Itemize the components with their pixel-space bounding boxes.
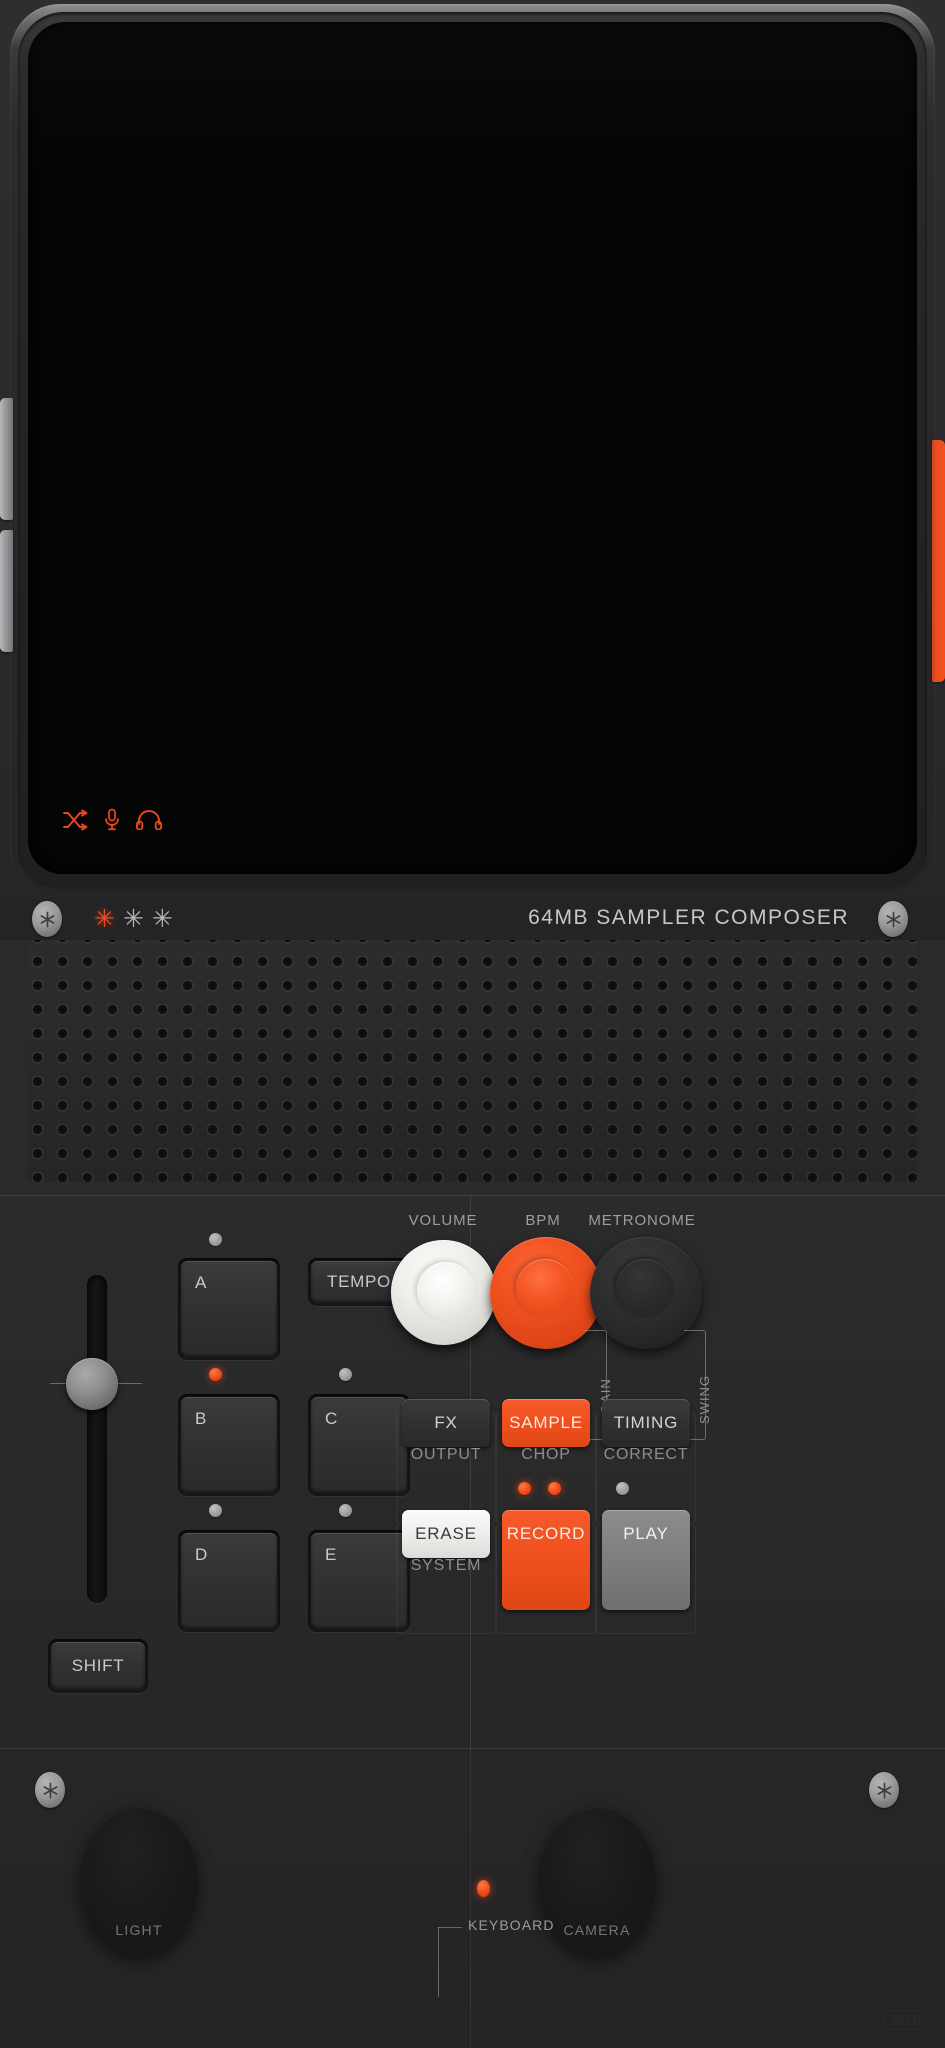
shuffle-icon[interactable] [62, 809, 88, 831]
screen-glare [28, 22, 917, 182]
grille-edge-right [917, 940, 945, 1182]
fader-tick-right [114, 1383, 142, 1384]
play-button-label: PLAY [623, 1524, 669, 1543]
transport-led-1 [518, 1482, 531, 1495]
brand-label: 64MB SAMPLER COMPOSER [528, 906, 849, 929]
screw-bottom-left [35, 1772, 65, 1808]
pad-b[interactable]: B [178, 1394, 280, 1496]
keyboard-leader-horizontal [438, 1927, 462, 1928]
pad-d[interactable]: D [178, 1530, 280, 1632]
panel-divider-vertical-lower [470, 1748, 471, 2048]
keyboard-leader-vertical [438, 1927, 439, 1997]
headphones-icon[interactable] [136, 810, 162, 830]
metronome-knob-label: METRONOME [588, 1212, 696, 1229]
fx-button[interactable]: FX [402, 1399, 490, 1447]
grille-edge-left [0, 940, 28, 1182]
correct-label: CORRECT [603, 1446, 689, 1463]
pad-e[interactable]: E [308, 1530, 410, 1632]
control-panel: SHIFT A TEMPO B C D E VOLUME BPM METRONO… [0, 1182, 945, 2048]
screen-status-icon-row [62, 808, 162, 832]
pad-d-label: D [195, 1545, 208, 1564]
display-screen[interactable] [28, 22, 917, 874]
led-asterisk-1: ✳ [94, 904, 115, 933]
sampler-device: ✳ ✳ ✳ 64MB SAMPLER COMPOSER SHIFT A TEMP… [0, 0, 945, 2048]
shift-button[interactable]: SHIFT [48, 1639, 148, 1693]
pad-c-label: C [325, 1409, 338, 1428]
keyboard-led [477, 1880, 490, 1897]
play-button[interactable]: PLAY [602, 1510, 690, 1610]
speaker-grille [0, 940, 945, 1182]
record-button[interactable]: RECORD [502, 1510, 590, 1610]
side-button-power[interactable] [932, 440, 945, 682]
system-label: SYSTEM [410, 1557, 482, 1574]
screen-section [0, 0, 945, 898]
keyboard-label: KEYBOARD [468, 1917, 555, 1933]
volume-knob[interactable] [391, 1240, 496, 1345]
pad-led-c [339, 1368, 352, 1381]
panel-divider-top [0, 1195, 945, 1196]
side-button-volume-up[interactable] [0, 398, 13, 520]
chop-label: CHOP [521, 1446, 571, 1463]
pad-b-label: B [195, 1409, 207, 1428]
side-button-volume-down[interactable] [0, 530, 13, 652]
pad-c[interactable]: C [308, 1394, 410, 1496]
microphone-icon[interactable] [104, 808, 120, 832]
pad-e-label: E [325, 1545, 337, 1564]
transport-led-2 [548, 1482, 561, 1495]
erase-button[interactable]: ERASE [402, 1510, 490, 1558]
pad-a[interactable]: A [178, 1258, 280, 1360]
screw-bottom-right [869, 1772, 899, 1808]
fader-knob[interactable] [66, 1358, 118, 1410]
sample-button[interactable]: SAMPLE [502, 1399, 590, 1447]
brand-strip: ✳ ✳ ✳ 64MB SAMPLER COMPOSER [0, 898, 945, 940]
pad-led-d [209, 1504, 222, 1517]
pad-led-a [209, 1233, 222, 1246]
screw-top-right [878, 901, 908, 937]
led-asterisk-2: ✳ [122, 904, 144, 933]
led-asterisk-3: ✳ [151, 904, 173, 933]
record-button-label: RECORD [506, 1524, 586, 1543]
pad-led-b [209, 1368, 222, 1381]
output-label: OUTPUT [410, 1446, 482, 1463]
shift-button-label: SHIFT [71, 1656, 125, 1675]
timing-button[interactable]: TIMING [602, 1399, 690, 1447]
light-caption: LIGHT [115, 1922, 163, 1938]
pad-a-label: A [195, 1273, 207, 1292]
fader-track[interactable] [87, 1275, 107, 1603]
panel-divider-bottom [0, 1748, 945, 1749]
screw-top-left [32, 901, 62, 937]
swing-bracket-label: SWING [697, 1374, 712, 1424]
transport-led-3 [616, 1482, 629, 1495]
pad-led-e [339, 1504, 352, 1517]
watermark: iNTR [884, 2010, 931, 2030]
status-led-asterisks: ✳ ✳ ✳ [94, 902, 173, 936]
